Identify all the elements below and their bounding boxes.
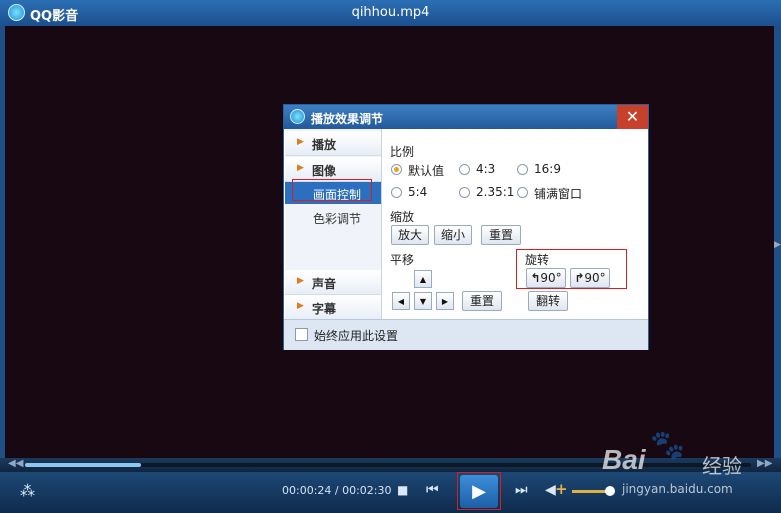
radio-label: 4:3 (476, 162, 496, 176)
ratio-option-default[interactable]: 默认值 (391, 162, 453, 178)
dialog-footer: 始终应用此设置 (284, 319, 648, 350)
triangle-right-icon: ▶ (297, 137, 304, 147)
sidebar-item-subtitle[interactable]: ▶ 字幕 (285, 295, 381, 320)
ratio-option-4-3[interactable]: 4:3 (459, 162, 509, 177)
dialog-title: 播放效果调节 (311, 112, 384, 126)
radio-dot (459, 164, 470, 175)
flip-button[interactable]: 翻转 (528, 291, 568, 311)
zoom-out-button[interactable]: 缩小 (434, 225, 472, 245)
radio-label: 16:9 (534, 162, 561, 176)
forward-icon[interactable]: ▶▶ (757, 458, 772, 469)
picture-control-highlight-box (292, 179, 372, 201)
sidebar-item-sound[interactable]: ▶ 声音 (285, 270, 381, 295)
radio-label: 铺满窗口 (534, 187, 583, 201)
radio-dot (517, 187, 528, 198)
rotate-right-label: 90° (584, 271, 606, 285)
rotate-left-button[interactable]: ↰90° (526, 268, 566, 288)
arrow-up-icon[interactable]: ▲ (414, 270, 432, 288)
radio-label: 默认值 (408, 164, 445, 178)
always-apply-checkbox[interactable] (295, 328, 308, 341)
side-panel-arrow-icon[interactable]: ▶ (774, 240, 781, 250)
arrow-down-icon[interactable]: ▼ (414, 292, 432, 310)
always-apply-label[interactable]: 始终应用此设置 (314, 327, 398, 344)
play-icon[interactable]: ▶ (460, 475, 498, 508)
radio-label: 5:4 (408, 185, 428, 199)
arrow-left-icon[interactable]: ◀ (392, 292, 410, 310)
rotate-label: 旋转 (525, 253, 550, 267)
radio-dot (517, 164, 528, 175)
radio-dot (391, 187, 402, 198)
volume-plus-icon[interactable]: + (555, 480, 568, 498)
radio-dot (391, 164, 402, 175)
ratio-option-fill-window[interactable]: 铺满窗口 (517, 185, 597, 201)
seek-fill (25, 463, 142, 467)
sidebar-item-label: 字幕 (312, 302, 337, 316)
dialog-sidebar: ▶ 播放 ▶ 图像 画面控制 色彩调节 ▶ 声音 ▶ 字幕 (285, 129, 382, 320)
rotate-left-label: 90° (540, 271, 562, 285)
stop-icon[interactable]: ■ (397, 483, 408, 497)
watermark-text: 经验 (702, 454, 742, 478)
rotate-right-icon: ↱ (574, 271, 585, 285)
sidebar-item-label: 声音 (312, 277, 337, 291)
paw-icon: 🐾 (650, 428, 685, 461)
prev-icon[interactable]: ⏮ (426, 482, 439, 498)
ratio-label: 比例 (390, 145, 415, 159)
footprint-icon[interactable]: ⁂ (20, 482, 35, 500)
close-button[interactable]: ✕ (617, 105, 648, 129)
triangle-right-icon: ▶ (297, 301, 304, 311)
sidebar-item-label: 图像 (312, 164, 337, 178)
time-display: 00:00:24 / 00:02:30 (282, 484, 392, 497)
triangle-right-icon: ▶ (297, 276, 304, 286)
next-icon[interactable]: ⏭ (515, 482, 528, 498)
rotate-right-button[interactable]: ↱90° (570, 268, 610, 288)
sidebar-item-play[interactable]: ▶ 播放 (285, 131, 381, 156)
arrow-right-icon[interactable]: ▶ (436, 292, 454, 310)
ratio-option-2-35-1[interactable]: 2.35:1 (459, 185, 517, 200)
pan-label: 平移 (390, 253, 415, 267)
sidebar-item-label: 色彩调节 (313, 212, 362, 226)
baidu-watermark: 🐾 Bai 经验 jingyan.baidu.com (600, 424, 750, 500)
zoom-label: 缩放 (390, 210, 415, 224)
radio-dot (459, 187, 470, 198)
ratio-option-16-9[interactable]: 16:9 (517, 162, 567, 177)
radio-label: 2.35:1 (476, 185, 515, 199)
watermark-logo: Bai (602, 444, 646, 475)
rotate-left-icon: ↰ (530, 271, 541, 285)
triangle-right-icon: ▶ (297, 163, 304, 173)
app-logo-icon (290, 109, 305, 124)
sidebar-item-color-adjust[interactable]: 色彩调节 (285, 206, 381, 228)
title-bar: QQ影音 qihhou.mp4 (0, 0, 781, 26)
watermark-url: jingyan.baidu.com (622, 482, 733, 496)
ratio-option-5-4[interactable]: 5:4 (391, 185, 441, 200)
playback-effects-dialog: 播放效果调节 ✕ ▶ 播放 ▶ 图像 画面控制 色彩调节 ▶ 声音 ▶ 字幕 比… (283, 104, 649, 350)
zoom-reset-button[interactable]: 重置 (481, 225, 521, 245)
rewind-icon[interactable]: ◀◀ (8, 458, 23, 469)
zoom-in-button[interactable]: 放大 (391, 225, 429, 245)
window-title: qihhou.mp4 (351, 5, 430, 20)
sidebar-item-label: 播放 (312, 138, 337, 152)
pan-reset-button[interactable]: 重置 (462, 291, 502, 311)
dialog-title-bar[interactable]: 播放效果调节 ✕ (284, 105, 648, 129)
dialog-content: 比例 默认值 4:3 16:9 5:4 2.35:1 铺满窗口 缩放 放大 缩小… (389, 135, 644, 319)
